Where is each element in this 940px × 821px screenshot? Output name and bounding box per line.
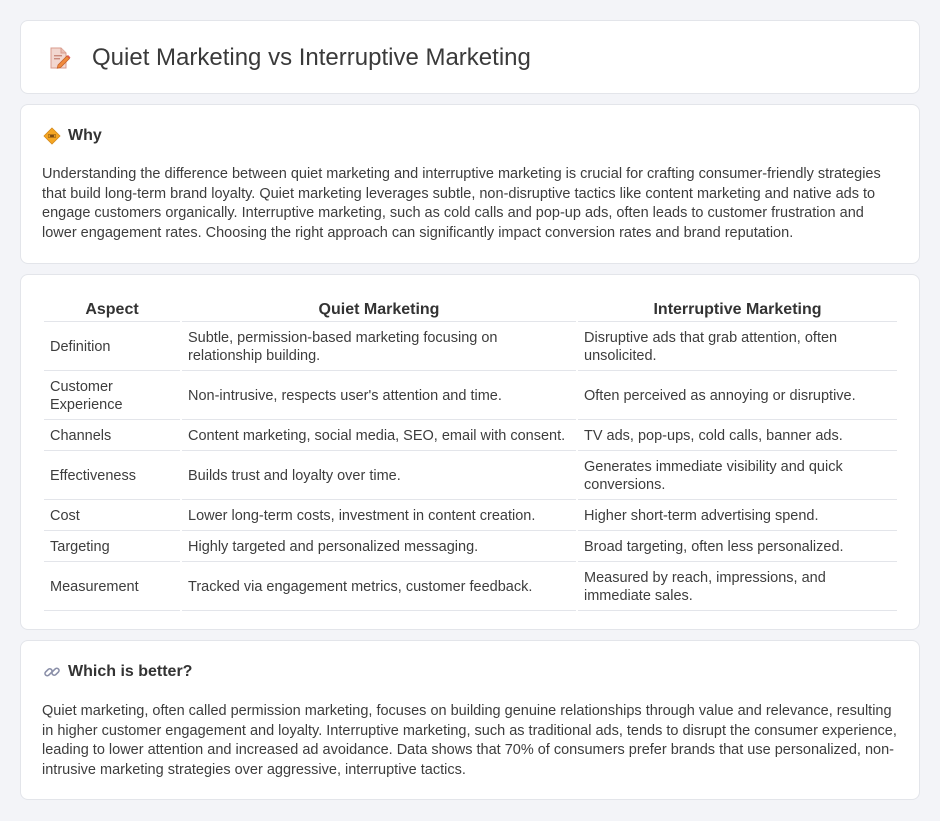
table-row: Targeting Highly targeted and personaliz…: [44, 533, 897, 562]
comparison-section: Aspect Quiet Marketing Interruptive Mark…: [20, 274, 920, 630]
table-row: Cost Lower long-term costs, investment i…: [44, 502, 897, 531]
why-section: Why Understanding the difference between…: [20, 104, 920, 264]
aspect-cell: Effectiveness: [44, 453, 180, 500]
aspect-cell: Measurement: [44, 564, 180, 611]
column-header-quiet: Quiet Marketing: [182, 297, 576, 322]
quiet-cell: Highly targeted and personalized messagi…: [182, 533, 576, 562]
document-pencil-icon: [47, 46, 71, 70]
better-heading-row: Which is better?: [43, 661, 192, 683]
table-row: Channels Content marketing, social media…: [44, 422, 897, 451]
quiet-cell: Subtle, permission-based marketing focus…: [182, 324, 576, 371]
aspect-cell: Customer Experience: [44, 373, 180, 420]
table-header-row: Aspect Quiet Marketing Interruptive Mark…: [44, 297, 897, 322]
table-row: Measurement Tracked via engagement metri…: [44, 564, 897, 611]
column-header-interruptive: Interruptive Marketing: [578, 297, 897, 322]
quiet-cell: Builds trust and loyalty over time.: [182, 453, 576, 500]
interruptive-cell: Often perceived as annoying or disruptiv…: [578, 373, 897, 420]
link-icon: [43, 663, 61, 681]
aspect-cell: Targeting: [44, 533, 180, 562]
interruptive-cell: Generates immediate visibility and quick…: [578, 453, 897, 500]
quiet-cell: Content marketing, social media, SEO, em…: [182, 422, 576, 451]
interruptive-cell: Broad targeting, often less personalized…: [578, 533, 897, 562]
quiet-cell: Tracked via engagement metrics, customer…: [182, 564, 576, 611]
better-heading: Which is better?: [68, 663, 193, 680]
quiet-cell: Non-intrusive, respects user's attention…: [182, 373, 576, 420]
aspect-cell: Definition: [44, 324, 180, 371]
why-body: Understanding the difference between qui…: [42, 166, 881, 241]
quiet-cell: Lower long-term costs, investment in con…: [182, 502, 576, 531]
interruptive-cell: Disruptive ads that grab attention, ofte…: [578, 324, 897, 371]
page-title: Quiet Marketing vs Interruptive Marketin…: [92, 44, 531, 71]
why-heading: Why: [68, 127, 102, 144]
why-heading-row: Why: [43, 125, 102, 147]
table-row: Effectiveness Builds trust and loyalty o…: [44, 453, 897, 500]
title-card: Quiet Marketing vs Interruptive Marketin…: [20, 20, 920, 94]
which-is-better-section: Which is better? Quiet marketing, often …: [20, 640, 920, 800]
column-header-aspect: Aspect: [44, 297, 180, 322]
interruptive-cell: Measured by reach, impressions, and imme…: [578, 564, 897, 611]
aspect-cell: Channels: [44, 422, 180, 451]
aspect-cell: Cost: [44, 502, 180, 531]
table-row: Definition Subtle, permission-based mark…: [44, 324, 897, 371]
comparison-table: Aspect Quiet Marketing Interruptive Mark…: [42, 295, 899, 613]
table-row: Customer Experience Non-intrusive, respe…: [44, 373, 897, 420]
interruptive-cell: Higher short-term advertising spend.: [578, 502, 897, 531]
better-body: Quiet marketing, often called permission…: [42, 703, 897, 778]
interruptive-cell: TV ads, pop-ups, cold calls, banner ads.: [578, 422, 897, 451]
diamond-sign-icon: [43, 127, 61, 145]
